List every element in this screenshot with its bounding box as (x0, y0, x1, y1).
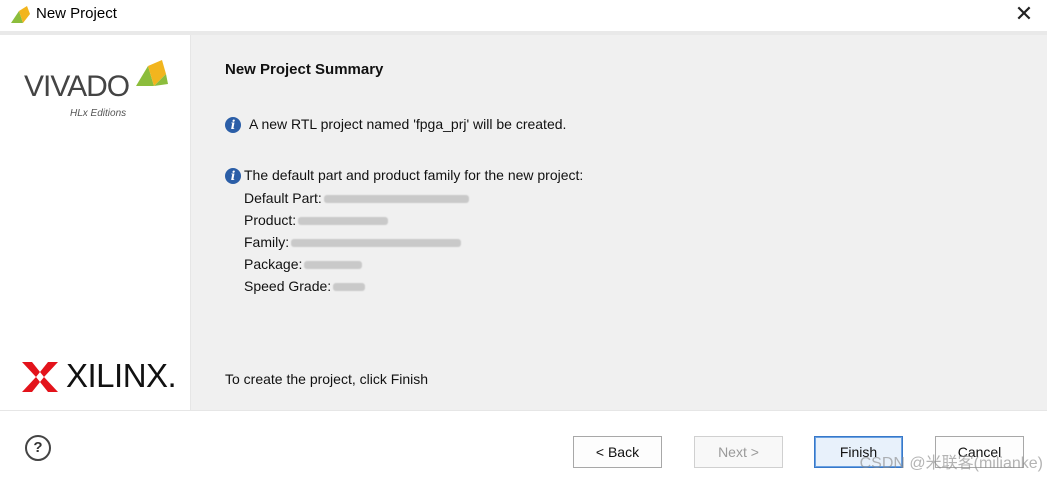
detail-speed-grade: Speed Grade: (244, 278, 366, 294)
detail-label: Family: (244, 234, 290, 250)
detail-label: Product: (244, 212, 297, 228)
xilinx-mark-icon (22, 362, 58, 392)
redacted-value (298, 217, 389, 226)
part-intro-message: The default part and product family for … (244, 167, 584, 183)
xilinx-wordmark: XILINX. (66, 357, 177, 394)
rtl-project-message: A new RTL project named 'fpga_prj' will … (249, 116, 567, 132)
back-button[interactable]: < Back (573, 436, 662, 468)
vivado-edition-label: HLx Editions (70, 108, 127, 119)
vivado-logo: VIVADO HLx Editions (24, 60, 174, 120)
detail-product: Product: (244, 212, 389, 228)
vivado-leaf-icon (136, 60, 168, 86)
detail-label: Default Part: (244, 190, 322, 206)
new-project-dialog: New Project ✕ VIVADO HLx Editions XILINX… (0, 0, 1047, 477)
watermark: CSDN @米联客(milianke) (859, 455, 1043, 472)
xilinx-logo: XILINX. (22, 357, 182, 397)
vivado-wordmark: VIVADO (24, 70, 130, 103)
summary-content: New Project Summary i A new RTL project … (191, 35, 1047, 410)
detail-label: Package: (244, 256, 303, 272)
close-icon[interactable]: ✕ (1011, 2, 1037, 28)
next-button[interactable]: Next > (694, 436, 783, 468)
detail-label: Speed Grade: (244, 278, 332, 294)
redacted-value (323, 195, 469, 204)
detail-family: Family: (244, 234, 462, 250)
info-icon: i (225, 117, 241, 133)
vivado-app-icon (11, 6, 30, 23)
redacted-value (304, 261, 363, 270)
detail-default-part: Default Part: (244, 190, 469, 206)
title-bar: New Project ✕ (0, 0, 1047, 30)
redacted-value (333, 283, 366, 292)
branding-panel: VIVADO HLx Editions XILINX. (0, 35, 191, 410)
finish-instruction: To create the project, click Finish (225, 371, 429, 387)
window-title: New Project (36, 5, 117, 22)
page-title: New Project Summary (225, 61, 384, 78)
info-icon: i (225, 168, 241, 184)
help-icon[interactable]: ? (25, 435, 51, 461)
redacted-value (291, 239, 462, 248)
detail-package: Package: (244, 256, 363, 272)
